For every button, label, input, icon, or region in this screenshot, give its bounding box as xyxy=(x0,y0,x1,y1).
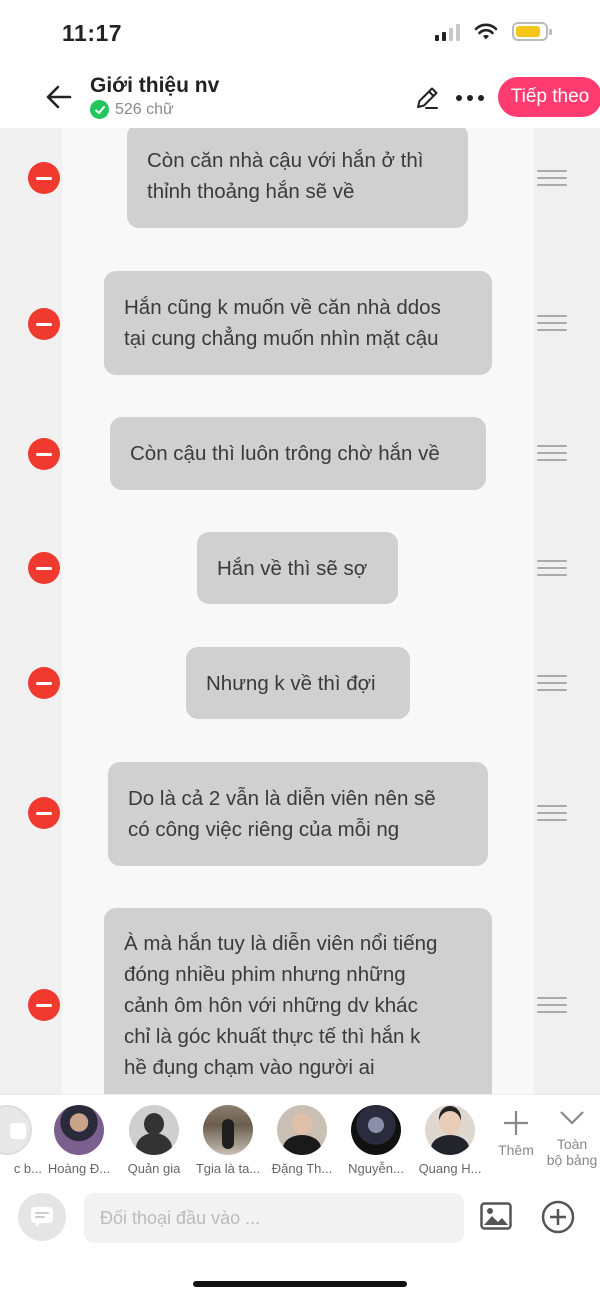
show-all-label-2: bộ bảng xyxy=(546,1152,598,1168)
add-character-label: Thêm xyxy=(498,1142,534,1158)
show-all-label-1: Toàn xyxy=(556,1136,588,1152)
drag-handle-icon[interactable] xyxy=(537,170,567,186)
dialogue-bubble[interactable]: Hắn về thì sẽ sợ xyxy=(197,532,398,604)
dot xyxy=(456,95,462,101)
dialogue-input[interactable] xyxy=(84,1193,464,1243)
page-title: Giới thiệu nv xyxy=(90,74,220,97)
show-all-button[interactable]: Toàn bộ bảng xyxy=(544,1109,600,1168)
delete-line-button[interactable] xyxy=(28,989,60,1021)
status-time: 11:17 xyxy=(62,20,123,46)
character-name: Quản gia xyxy=(127,1161,181,1176)
chevron-down-icon xyxy=(560,1111,584,1125)
pencil-icon xyxy=(417,87,438,109)
battery-icon xyxy=(512,22,552,41)
dialogue-bubble[interactable]: À mà hắn tuy là diễn viên nổi tiếng đóng… xyxy=(104,908,492,1094)
drag-handle-icon[interactable] xyxy=(537,315,567,331)
dialogue-bubble[interactable]: Hắn cũng k muốn về căn nhà ddos tại cung… xyxy=(104,271,492,375)
drag-handle-icon[interactable] xyxy=(537,560,567,576)
character-item[interactable]: Tgia là ta... xyxy=(191,1105,265,1176)
drag-handle-icon[interactable] xyxy=(537,675,567,691)
character-item[interactable]: Quang H... xyxy=(413,1105,487,1176)
character-item[interactable]: Đặng Th... xyxy=(265,1105,339,1176)
status-bar: 11:17 xyxy=(0,0,600,66)
delete-line-button[interactable] xyxy=(28,308,60,340)
avatar xyxy=(203,1105,253,1155)
delete-line-button[interactable] xyxy=(28,797,60,829)
dot xyxy=(467,95,473,101)
character-item[interactable]: Hoàng Đ... xyxy=(42,1105,116,1176)
character-selector: c b... Hoàng Đ... Quản gia Tgia là ta...… xyxy=(0,1094,600,1183)
cellular-signal-icon xyxy=(435,23,460,41)
drag-handle-icon[interactable] xyxy=(537,445,567,461)
avatar xyxy=(425,1105,475,1155)
character-item[interactable]: Nguyễn... xyxy=(339,1105,413,1176)
delete-line-button[interactable] xyxy=(28,162,60,194)
back-button[interactable] xyxy=(42,80,76,114)
avatar xyxy=(351,1105,401,1155)
dialogue-bubble[interactable]: Do là cả 2 vẫn là diễn viên nên sẽ có cô… xyxy=(108,762,488,866)
image-icon xyxy=(480,1202,512,1230)
next-button[interactable]: Tiếp theo xyxy=(498,77,600,117)
dot xyxy=(478,95,484,101)
drag-handle-icon[interactable] xyxy=(537,805,567,821)
chat-bubble-icon xyxy=(31,1207,53,1227)
delete-line-button[interactable] xyxy=(28,438,60,470)
character-item[interactable]: Quản gia xyxy=(117,1105,191,1176)
check-icon xyxy=(90,100,109,119)
plus-icon xyxy=(504,1111,528,1135)
character-name: Đặng Th... xyxy=(271,1161,333,1176)
avatar xyxy=(129,1105,179,1155)
character-name: Nguyễn... xyxy=(348,1161,404,1176)
input-bar xyxy=(0,1182,600,1299)
status-icons xyxy=(435,22,552,41)
edit-button[interactable] xyxy=(413,84,441,112)
character-item[interactable]: c b... xyxy=(0,1105,44,1176)
dialogue-mode-button[interactable] xyxy=(18,1193,66,1241)
avatar xyxy=(0,1105,32,1155)
more-options-button[interactable] xyxy=(453,86,487,110)
insert-image-button[interactable] xyxy=(480,1202,512,1230)
character-name: Hoàng Đ... xyxy=(47,1161,111,1176)
plus-circle-icon xyxy=(541,1200,575,1234)
dialogue-list[interactable]: Còn căn nhà cậu với hắn ở thì thỉnh thoả… xyxy=(0,128,600,1094)
character-name: c b... xyxy=(13,1161,42,1176)
add-character-button[interactable]: Thêm xyxy=(496,1109,536,1158)
arrow-left-icon xyxy=(46,85,72,109)
word-count: 526 chữ xyxy=(90,100,174,119)
avatar xyxy=(54,1105,104,1155)
editor-header: Giới thiệu nv 526 chữ Tiếp theo xyxy=(0,66,600,129)
dialogue-bubble[interactable]: Còn căn nhà cậu với hắn ở thì thỉnh thoả… xyxy=(127,128,468,228)
dialogue-bubble[interactable]: Còn cậu thì luôn trông chờ hắn về xyxy=(110,417,486,490)
delete-line-button[interactable] xyxy=(28,667,60,699)
character-name: Quang H... xyxy=(418,1161,482,1176)
character-name: Tgia là ta... xyxy=(195,1161,261,1176)
dialogue-bubble[interactable]: Nhưng k về thì đợi xyxy=(186,647,410,719)
word-count-label: 526 chữ xyxy=(115,100,174,118)
avatar xyxy=(277,1105,327,1155)
wifi-icon xyxy=(474,23,498,39)
drag-handle-icon[interactable] xyxy=(537,997,567,1013)
more-actions-button[interactable] xyxy=(541,1200,575,1234)
delete-line-button[interactable] xyxy=(28,552,60,584)
home-indicator xyxy=(193,1281,407,1287)
